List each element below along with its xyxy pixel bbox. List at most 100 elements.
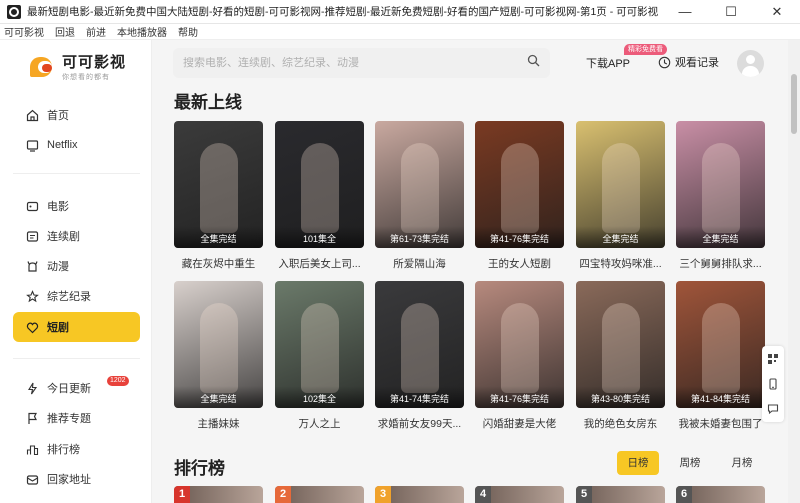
logo-name: 可可影视 [62,54,127,71]
tab-weekly[interactable]: 周榜 [669,451,711,475]
rank-number: 1 [174,486,190,503]
poster-figure [501,143,539,233]
poster-figure [602,143,640,233]
drama-card[interactable]: 101集全入职后美女上司... [275,121,364,271]
drama-title[interactable]: 王的女人短剧 [475,256,564,271]
drama-card[interactable]: 第61-73集完结所爱隔山海 [375,121,464,271]
menu-bar: 可可影视 回退 前进 本地播放器 帮助 [0,24,800,40]
drama-card[interactable]: 全集完结 主播妹妹 [174,281,263,431]
share-icon[interactable] [762,346,784,371]
drama-poster[interactable]: 102集全 [275,281,364,408]
drama-poster[interactable]: 第41-76集完结 [475,121,564,248]
main-scrollbar[interactable] [788,40,800,503]
drama-poster[interactable]: 全集完结 [676,121,765,248]
menu-help[interactable]: 帮助 [178,24,198,39]
tab-monthly[interactable]: 月榜 [721,451,763,475]
episode-badge: 全集完结 [174,386,263,408]
drama-card[interactable]: 第41-76集完结闪婚甜妻是大佬 [475,281,564,431]
drama-title[interactable]: 我的绝色女房东 [576,416,665,431]
menu-local-player[interactable]: 本地播放器 [117,24,167,39]
sidebar-item-ranking[interactable]: 排行榜 [13,434,140,464]
sidebar-item-netflix[interactable]: Netflix [13,130,140,160]
search-bar[interactable] [173,48,550,78]
drama-title[interactable]: 所爱隔山海 [375,256,464,271]
ranking-card[interactable]: 6 [676,486,765,503]
sidebar-item-label: 首页 [47,110,69,122]
update-count-badge: 1202 [107,376,129,386]
ranking-card[interactable]: 1 [174,486,263,503]
drama-poster[interactable]: 全集完结 [174,121,263,248]
poster-figure [401,143,439,233]
rank-number: 6 [676,486,692,503]
drama-title[interactable]: 藏在灰烬中重生 [174,256,263,271]
drama-poster[interactable]: 全集完结 [174,281,263,408]
drama-title[interactable]: 求婚前女友99天... [375,416,464,431]
close-button[interactable]: ✕ [754,0,800,24]
search-icon[interactable] [527,54,540,72]
sidebar-item-label: 综艺纪录 [47,291,91,303]
search-input[interactable] [183,57,527,69]
drama-card[interactable]: 全集完结藏在灰烬中重生 [174,121,263,271]
drama-card[interactable]: 第41-76集完结王的女人短剧 [475,121,564,271]
sidebar-item-today-update[interactable]: 今日更新 1202 [13,373,140,403]
drama-card[interactable]: 第43-80集完结我的绝色女房东 [576,281,665,431]
episode-badge: 102集全 [275,386,364,408]
drama-poster[interactable]: 第61-73集完结 [375,121,464,248]
maximize-button[interactable]: ☐ [708,0,754,24]
ranking-section-title: 排行榜 [174,459,225,478]
sidebar-item-movie[interactable]: 电影 [13,191,140,221]
drama-title[interactable]: 万人之上 [275,416,364,431]
drama-title[interactable]: 三个舅舅排队求... [676,256,765,271]
drama-card[interactable]: 全集完结四宝特攻妈咪准... [576,121,665,271]
drama-title[interactable]: 入职后美女上司... [275,256,364,271]
drama-poster[interactable]: 第43-80集完结 [576,281,665,408]
episode-badge: 第41-76集完结 [475,386,564,408]
drama-poster[interactable]: 全集完结 [576,121,665,248]
window-titlebar: 最新短剧电影-最近新免费中国大陆短剧-好看的短剧-可可影视网-推荐短剧-最近新免… [0,0,800,24]
logo[interactable]: 可可影视 你想看的都有 [30,51,126,82]
ranking-card[interactable]: 5 [576,486,665,503]
sidebar-item-home[interactable]: 首页 [13,100,140,130]
episode-badge: 全集完结 [174,226,263,248]
menu-forward[interactable]: 前进 [86,24,106,39]
avatar[interactable] [737,50,764,77]
sidebar-item-label: 电影 [47,201,69,213]
sidebar-item-variety[interactable]: 综艺纪录 [13,281,140,311]
sidebar-item-series[interactable]: 连续剧 [13,221,140,251]
drama-title[interactable]: 主播妹妹 [174,416,263,431]
app-icon [7,4,21,19]
ranking-card[interactable]: 2 [275,486,364,503]
drama-title[interactable]: 闪婚甜妻是大佬 [475,416,564,431]
tab-daily[interactable]: 日榜 [617,451,659,475]
poster-figure [301,143,339,233]
drama-title[interactable]: 我被未婚妻包围了 [676,416,765,431]
download-app-link[interactable]: 下载APP [586,55,630,71]
drama-card[interactable]: 第41-74集完结求婚前女友99天... [375,281,464,431]
sidebar-item-anime[interactable]: 动漫 [13,251,140,281]
drama-card[interactable]: 全集完结三个舅舅排队求... [676,121,765,271]
ranking-card[interactable]: 3 [375,486,464,503]
menu-home[interactable]: 可可影视 [4,24,44,39]
sidebar-item-shortdrama[interactable]: 短剧 [13,312,140,342]
feedback-icon[interactable] [762,396,784,421]
drama-poster[interactable]: 第41-84集完结 [676,281,765,408]
drama-card[interactable]: 102集全万人之上 [275,281,364,431]
sidebar-item-label: 短剧 [47,322,69,334]
drama-card[interactable]: 第41-84集完结我被未婚妻包围了 [676,281,765,431]
sidebar-item-topics[interactable]: 推荐专题 [13,403,140,433]
scrollbar-thumb[interactable] [791,74,797,134]
sidebar-item-address[interactable]: 回家地址 [13,464,140,494]
poster-figure [702,303,740,393]
menu-back[interactable]: 回退 [55,24,75,39]
drama-poster[interactable]: 第41-74集完结 [375,281,464,408]
ranking-card[interactable]: 4 [475,486,564,503]
drama-poster[interactable]: 第41-76集完结 [475,281,564,408]
drama-title[interactable]: 四宝特攻妈咪准... [576,256,665,271]
anime-icon [25,259,39,273]
drama-poster[interactable]: 101集全 [275,121,364,248]
minimize-button[interactable]: — [662,0,708,24]
variety-icon [25,289,39,303]
mobile-icon[interactable] [762,371,784,396]
poster-figure [200,143,238,233]
history-link[interactable]: 观看记录 [658,54,719,70]
